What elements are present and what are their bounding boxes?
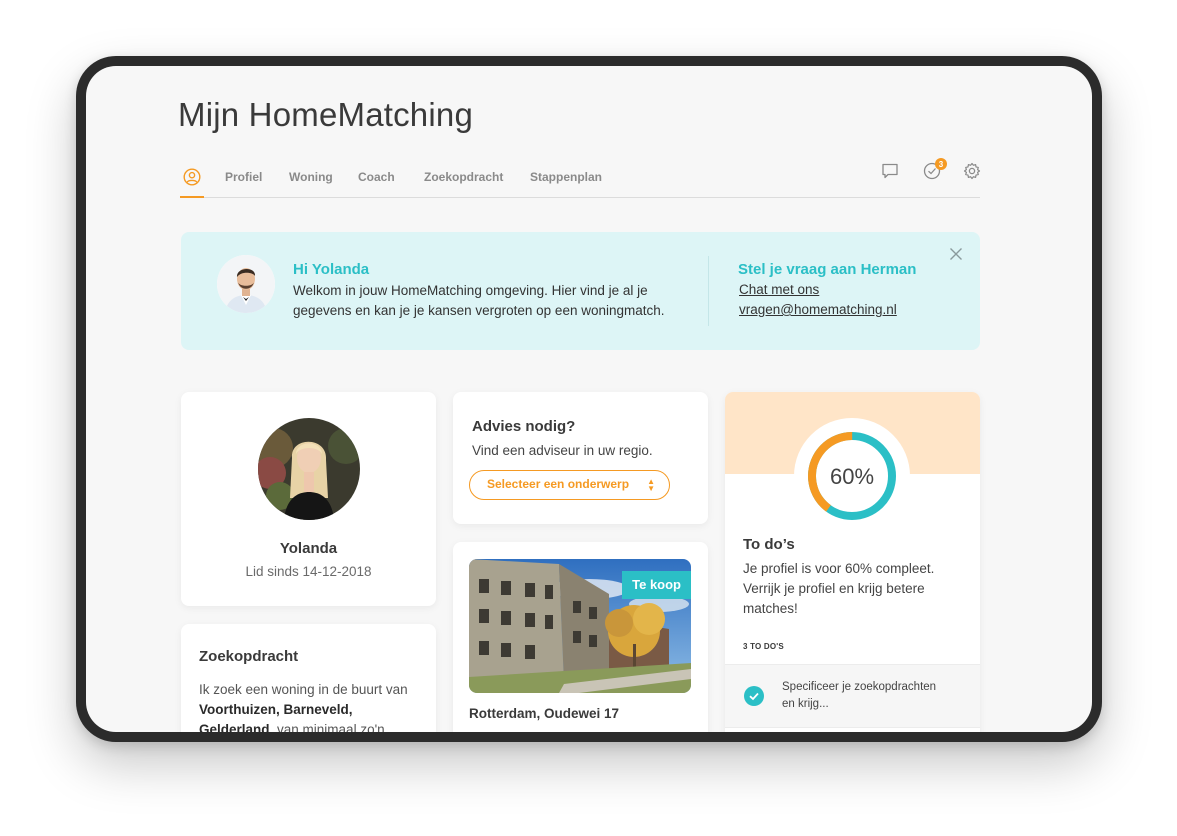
close-icon (950, 248, 962, 260)
notification-badge: 3 (935, 158, 947, 170)
ask-coach-title: Stel je vraag aan Herman (738, 261, 917, 278)
tablet-frame: Mijn HomeMatching Profiel Woning Coach Z… (76, 56, 1102, 742)
banner-greeting: Hi Yolanda (293, 261, 370, 278)
coach-avatar (217, 255, 275, 313)
banner-divider (708, 256, 709, 326)
todo-count: 3 TO DO'S (743, 642, 784, 651)
tab-coach[interactable]: Coach (358, 170, 395, 184)
advice-title: Advies nodig? (472, 418, 576, 435)
advice-card: Advies nodig? Vind een adviseur in uw re… (453, 392, 708, 524)
for-sale-tag: Te koop (622, 571, 691, 599)
user-icon (183, 168, 201, 186)
profile-progress-ring: 60% (794, 418, 910, 534)
todo-card: 60% To do’s Je profiel is voor 60% compl… (725, 392, 980, 732)
banner-close-button[interactable] (948, 246, 964, 262)
select-arrows-icon: ▲ ▼ (647, 477, 655, 493)
progress-label: 60% (830, 464, 874, 489)
member-since: Lid sinds 14-12-2018 (245, 564, 372, 579)
check-icon (744, 686, 764, 706)
house-card[interactable]: Te koop Rotterdam, Oudewei 17 (453, 542, 708, 732)
todo-notifications-button[interactable]: 3 (923, 158, 947, 185)
topic-select-label: Selecteer een onderwerp (487, 477, 630, 491)
app-screen: Mijn HomeMatching Profiel Woning Coach Z… (86, 66, 1092, 732)
house-address: Rotterdam, Oudewei 17 (469, 706, 620, 721)
page-title: Mijn HomeMatching (178, 96, 474, 133)
todo-title: To do’s (743, 536, 795, 553)
tab-profiel[interactable]: Profiel (225, 170, 262, 184)
todo-item-label: Specificeer je zoekopdrachten en krijg..… (782, 681, 937, 710)
advice-text: Vind een adviseur in uw regio. (472, 443, 653, 458)
todo-item[interactable]: Specificeer je zoekopdrachten en krijg..… (725, 664, 980, 728)
settings-button[interactable] (963, 162, 981, 185)
search-card-title: Zoekopdracht (199, 648, 299, 665)
main-nav: Profiel Woning Coach Zoekopdracht Stappe… (180, 158, 981, 198)
banner-message: Welkom in jouw HomeMatching omgeving. Hi… (293, 283, 665, 318)
search-text-before: Ik zoek een woning in de buurt van (199, 682, 408, 697)
search-profile-card: Zoekopdracht Ik zoek een woning in de bu… (181, 624, 436, 732)
chat-button[interactable] (881, 162, 899, 185)
profile-card: Yolanda Lid sinds 14-12-2018 (181, 392, 436, 606)
tab-zoekopdracht[interactable]: Zoekopdracht (424, 170, 503, 184)
todo-description: Je profiel is voor 60% compleet. Verrijk… (743, 561, 935, 616)
house-photo: Te koop (469, 559, 691, 693)
email-link[interactable]: vragen@homematching.nl (739, 302, 897, 317)
gear-icon (963, 162, 981, 180)
profile-name: Yolanda (279, 540, 338, 557)
tab-stappenplan[interactable]: Stappenplan (530, 170, 602, 184)
chat-link[interactable]: Chat met ons (739, 282, 819, 297)
search-description: Ik zoek een woning in de buurt van Voort… (199, 680, 419, 732)
chat-icon (882, 163, 898, 179)
welcome-banner: Hi Yolanda Welkom in jouw HomeMatching o… (181, 232, 980, 350)
topic-select[interactable]: Selecteer een onderwerp ▲ ▼ (469, 470, 670, 500)
tab-woning[interactable]: Woning (289, 170, 333, 184)
profile-photo (258, 418, 360, 520)
search-text-after: , van minimaal zo'n (269, 722, 385, 732)
nav-profile-home[interactable] (180, 166, 204, 198)
